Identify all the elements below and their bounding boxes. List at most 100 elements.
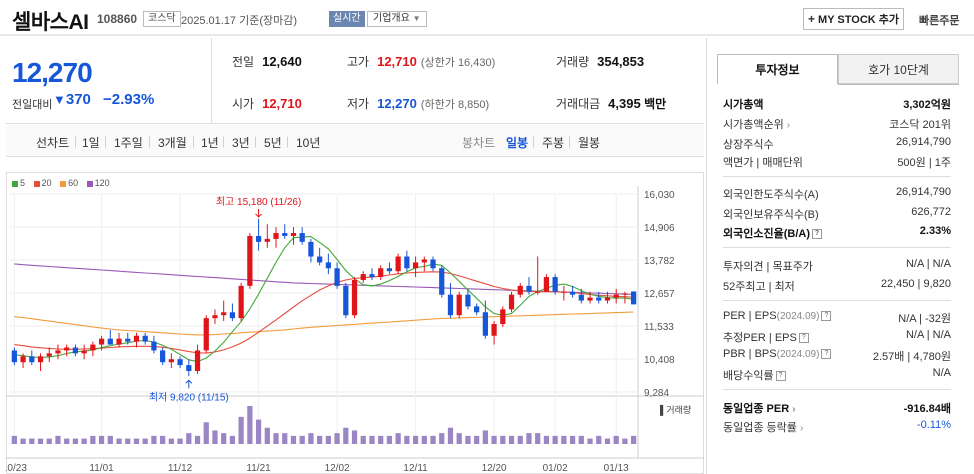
volume-bar	[64, 438, 70, 444]
divider	[723, 176, 951, 177]
tab-investment-info[interactable]: 투자정보	[717, 54, 838, 84]
plus-icon: +	[807, 12, 815, 26]
divider	[211, 38, 212, 124]
volume-bar	[247, 406, 253, 444]
amount-unit: 백만	[644, 97, 667, 111]
volume-bar	[613, 435, 619, 444]
candle-body	[177, 359, 183, 366]
volume-bar	[203, 422, 209, 444]
help-icon[interactable]: ?	[821, 311, 832, 322]
candle-body	[37, 356, 44, 363]
y-tick-label: 9,284	[644, 388, 669, 399]
y-tick-label: 12,657	[644, 289, 675, 300]
volume-bar	[264, 427, 270, 444]
tab-weekly[interactable]: 주봉	[542, 134, 564, 151]
tab-3months[interactable]: 3개월	[158, 134, 187, 151]
tab-daily[interactable]: 일봉	[506, 134, 528, 151]
foreign-hold-value: 626,772	[911, 206, 951, 218]
help-icon[interactable]: ?	[821, 349, 832, 360]
candle-body	[552, 277, 558, 292]
pbr-label: PBR | BPS	[723, 348, 777, 360]
cap-rank-label: 시가총액순위	[723, 119, 784, 131]
volume-bar	[517, 435, 523, 444]
candle-body	[299, 233, 305, 242]
est-per-label: 추정PER | EPS	[723, 332, 797, 344]
candle-body	[543, 277, 550, 292]
shares-label: 상장주식수	[723, 139, 774, 151]
volume-label: 거래량	[556, 55, 590, 69]
volume-bar	[29, 438, 35, 444]
candle-body	[412, 262, 419, 269]
realtime-button[interactable]: 실시간	[329, 11, 365, 27]
candle-body	[386, 268, 393, 272]
volume-bar	[439, 433, 445, 444]
tab-monthly[interactable]: 월봉	[578, 134, 600, 151]
volume-bar	[360, 435, 366, 444]
help-icon[interactable]: ?	[775, 371, 786, 382]
add-mystock-button[interactable]: + MY STOCK 추가	[803, 8, 904, 30]
candle-body	[133, 335, 140, 342]
x-tick-label: 11/01	[89, 463, 114, 474]
company-overview-dropdown[interactable]: 기업개요 ▼	[367, 11, 427, 27]
x-tick-label: 01/02	[543, 463, 568, 474]
volume-bar	[20, 438, 26, 444]
ma120-line	[14, 263, 634, 295]
per-label: PER | EPS	[723, 310, 777, 322]
volume-bar	[299, 435, 305, 444]
tab-separator: |	[74, 134, 78, 148]
candle-body	[569, 291, 576, 295]
volume-bar	[395, 433, 401, 444]
tab-5years[interactable]: 5년	[264, 134, 282, 151]
volume-bar	[168, 438, 174, 444]
volume-bar	[282, 433, 288, 444]
volume-bar	[317, 435, 323, 444]
ma5-line	[14, 236, 634, 363]
volume-bar	[569, 435, 576, 444]
sector-change-value: -0.11%	[916, 419, 951, 431]
volume-bar	[482, 430, 488, 444]
current-price: 12,270	[12, 57, 93, 88]
tab-line-chart[interactable]: 선차트	[36, 134, 69, 151]
volume-bar	[212, 430, 218, 444]
add-mystock-label: MY STOCK 추가	[818, 14, 900, 26]
volume-bar	[177, 438, 183, 444]
volume-bar	[596, 435, 602, 444]
divider	[723, 300, 951, 301]
volume-bar	[11, 435, 17, 444]
candle-body	[81, 350, 87, 354]
tab-1year[interactable]: 1년	[201, 134, 219, 151]
opinion-value: N/A | N/A	[905, 258, 951, 270]
high-price: 고가 12,710 (상한가 16,430)	[347, 53, 495, 70]
chevron-right-icon: ›	[799, 423, 804, 434]
volume-bar	[631, 435, 637, 444]
tab-candle-chart[interactable]: 봉차트	[462, 134, 495, 151]
tab-separator: |	[192, 134, 196, 148]
candle-body	[273, 233, 279, 239]
x-tick-label: 01/13	[604, 463, 629, 474]
candle-body	[587, 297, 593, 301]
help-icon[interactable]: ?	[798, 333, 809, 344]
candle-body	[334, 268, 340, 286]
candle-body	[64, 347, 70, 351]
volume-bar	[255, 419, 262, 444]
stock-candle-chart[interactable]: 16,030 14,906 13,782 12,657 11,533 10,408 9,28…	[6, 172, 704, 474]
volume-bar	[221, 433, 227, 444]
tab-3years[interactable]: 3년	[232, 134, 250, 151]
candle-body	[142, 335, 148, 342]
chevron-right-icon: ›	[786, 120, 791, 131]
candle-body	[229, 312, 236, 319]
tab-1week[interactable]: 1주일	[114, 134, 143, 151]
tab-separator: |	[222, 134, 226, 148]
tab-10years[interactable]: 10년	[296, 134, 320, 151]
low-price: 저가 12,270 (하한가 8,850)	[347, 95, 489, 112]
candle-body	[447, 294, 454, 316]
help-icon[interactable]: ?	[812, 229, 822, 240]
tab-1day[interactable]: 1일	[82, 134, 100, 151]
volume-bar	[98, 435, 105, 444]
candle-body	[526, 285, 532, 292]
tab-separator: |	[148, 134, 152, 148]
candle-body	[212, 315, 218, 319]
candle-body	[264, 238, 270, 242]
tab-quote-10[interactable]: 호가 10단계	[838, 54, 959, 84]
quick-order-link[interactable]: 빠른주문	[919, 12, 959, 28]
